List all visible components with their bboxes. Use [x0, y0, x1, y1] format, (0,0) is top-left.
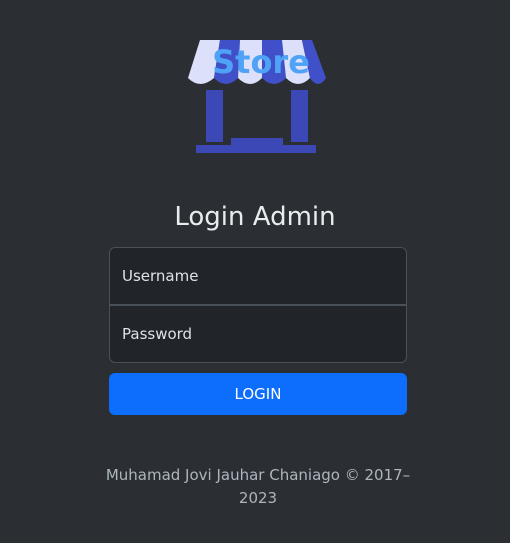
store-logo-text: Store [212, 43, 310, 81]
footer-copyright: Muhamad Jovi Jauhar Chaniago © 2017–2023 [105, 466, 411, 507]
username-input[interactable] [109, 247, 407, 305]
store-icon: Store [188, 40, 326, 153]
login-button[interactable]: LOGIN [109, 373, 407, 415]
password-input[interactable] [109, 305, 407, 363]
store-logo: Store [186, 38, 328, 158]
page-title: Login Admin [174, 202, 336, 232]
